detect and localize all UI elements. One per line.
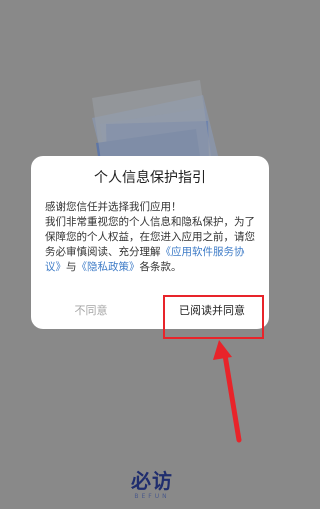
logo-subtext: BEFUN: [134, 493, 170, 500]
app-logo: 必访 BEFUN: [127, 470, 177, 504]
red-arrow-annotation: [213, 340, 242, 443]
screen: 个人信息保护指引 感谢您信任并选择我们应用！ 我们非常重视您的个人信息和隐私保护…: [0, 0, 300, 509]
logo-text: 必访: [131, 469, 173, 493]
